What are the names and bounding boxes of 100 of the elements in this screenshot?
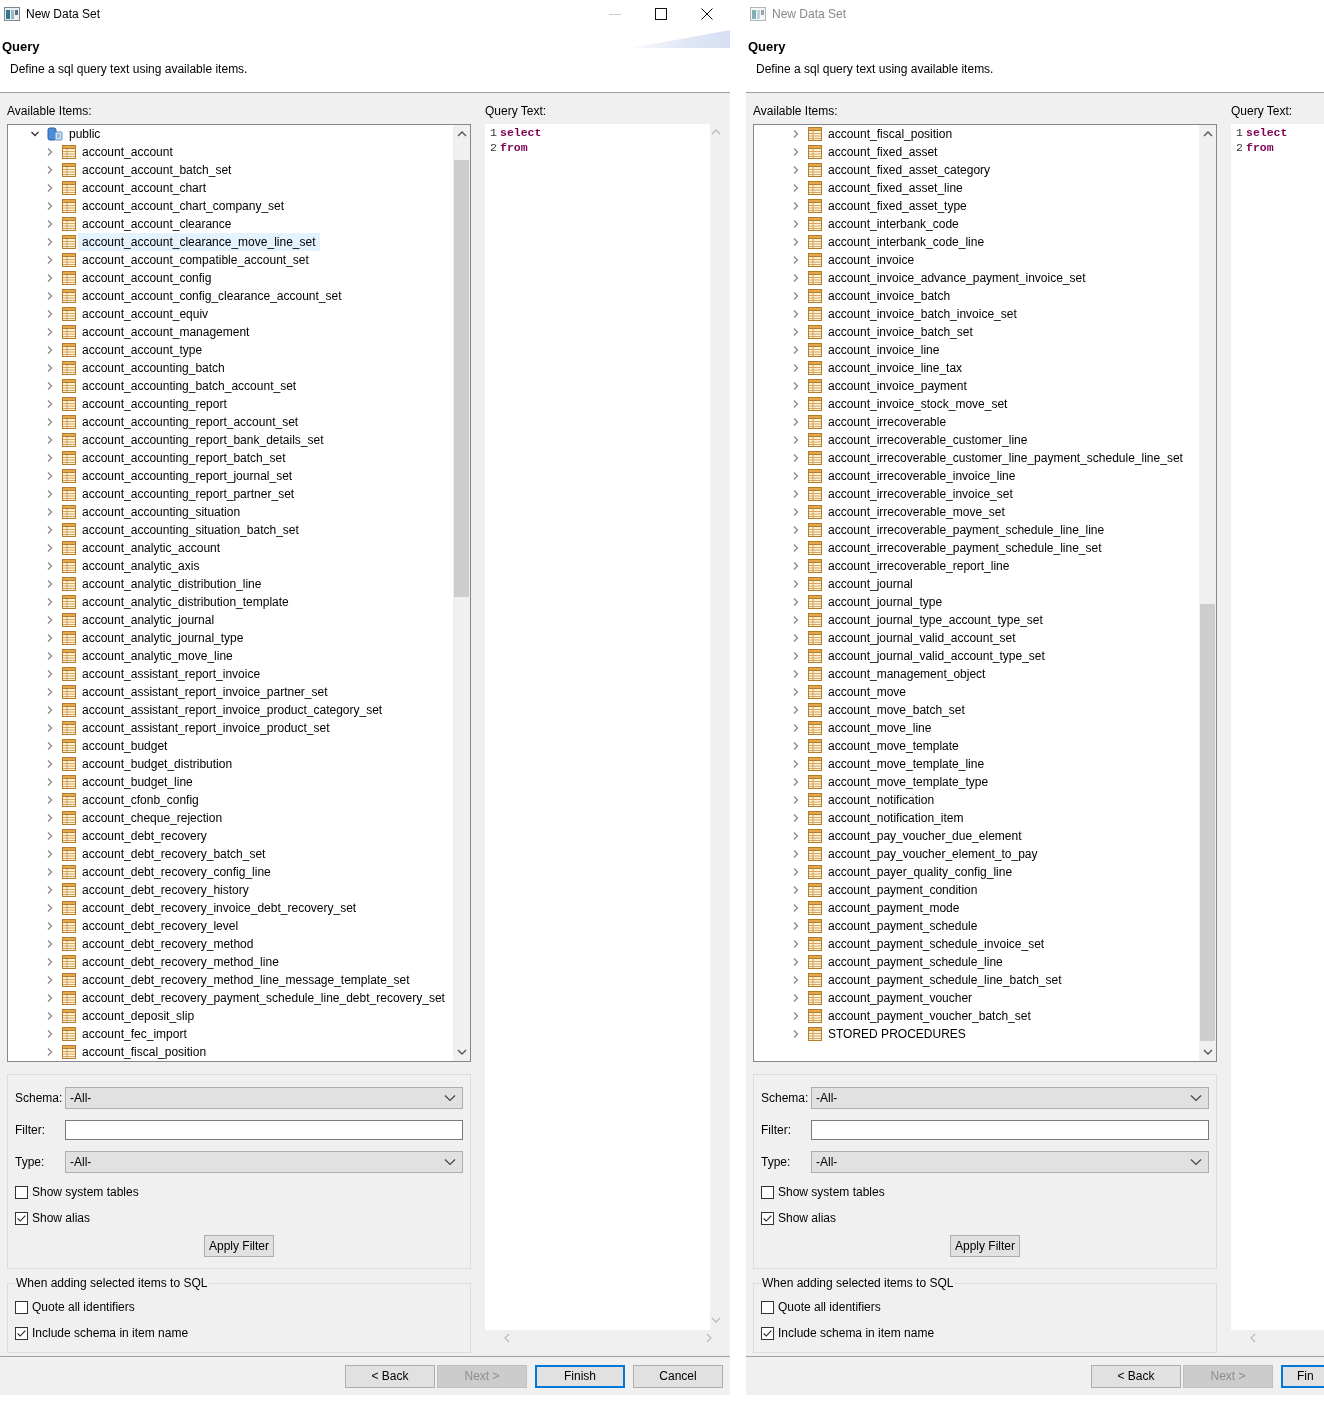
tree-item[interactable]: account_analytic_journal xyxy=(79,612,218,628)
tree-item[interactable]: account_notification_item xyxy=(825,810,967,826)
tree-item[interactable]: account_irrecoverable_invoice_line xyxy=(825,468,1019,484)
tree-item[interactable]: account_move xyxy=(825,684,910,700)
checkbox-label[interactable]: Show alias xyxy=(778,1211,837,1225)
checkbox[interactable] xyxy=(15,1326,28,1340)
tree-item[interactable]: account_pay_voucher_due_element xyxy=(825,828,1025,844)
checkbox-label[interactable]: Include schema in item name xyxy=(778,1326,935,1340)
tree-item[interactable]: account_invoice_payment xyxy=(825,378,970,394)
tree-item[interactable]: account_accounting_report xyxy=(79,396,230,412)
tree-item[interactable]: account_fixed_asset_type xyxy=(825,198,970,214)
checkbox[interactable] xyxy=(15,1211,28,1225)
tree-item[interactable]: account_assistant_report_invoice_partner_set xyxy=(79,684,331,700)
tree-item[interactable]: account_move_template xyxy=(825,738,962,754)
scroll-up-icon[interactable] xyxy=(456,130,467,138)
scroll-down-icon[interactable] xyxy=(456,1048,467,1056)
tree-item[interactable]: account_debt_recovery_payment_schedule_line_debt_recovery_set xyxy=(79,990,448,1006)
tree-item[interactable]: account_irrecoverable_payment_schedule_line_line xyxy=(825,522,1108,538)
tree-item[interactable]: account_accounting_report_bank_details_set xyxy=(79,432,327,448)
tree-item[interactable]: account_irrecoverable_payment_schedule_line_set xyxy=(825,540,1105,556)
checkbox[interactable] xyxy=(761,1185,774,1199)
tree-item[interactable]: account_payment_schedule_invoice_set xyxy=(825,936,1048,952)
tree-item[interactable]: account_move_template_type xyxy=(825,774,992,790)
dialog-button[interactable]: < Back xyxy=(345,1364,435,1388)
tree-item[interactable]: account_analytic_journal_type xyxy=(79,630,247,646)
tree-item[interactable]: account_debt_recovery_history xyxy=(79,882,252,898)
tree-item[interactable]: account_pay_voucher_element_to_pay xyxy=(825,846,1041,862)
scroll-down-icon[interactable] xyxy=(1202,1048,1213,1056)
tree-item[interactable]: account_payment_condition xyxy=(825,882,981,898)
tree-item[interactable]: account_cheque_rejection xyxy=(79,810,226,826)
dialog-button[interactable]: < Back xyxy=(1091,1364,1181,1388)
tree-item[interactable]: account_debt_recovery_method xyxy=(79,936,257,952)
tree-item[interactable]: account_invoice_stock_move_set xyxy=(825,396,1011,412)
filter-field[interactable] xyxy=(811,1120,1209,1140)
tree-item[interactable]: account_fec_import xyxy=(79,1026,190,1042)
tree-item[interactable]: account_irrecoverable xyxy=(825,414,950,430)
tree-item[interactable]: account_payment_mode xyxy=(825,900,963,916)
apply-filter-button[interactable]: Apply Filter xyxy=(950,1235,1020,1257)
checkbox-label[interactable]: Show alias xyxy=(32,1211,91,1225)
tree-item[interactable]: account_assistant_report_invoice_product_set xyxy=(79,720,333,736)
tree-item[interactable]: account_account_type xyxy=(79,342,206,358)
tree-item[interactable]: account_debt_recovery_method_line xyxy=(79,954,282,970)
dialog-button[interactable]: Fin xyxy=(1281,1364,1324,1388)
tree-item[interactable]: account_payment_voucher xyxy=(825,990,976,1006)
query-editor[interactable]: 1 select 2 from xyxy=(1231,124,1324,1330)
tree-item[interactable]: account_payment_voucher_batch_set xyxy=(825,1008,1034,1024)
scroll-left-icon[interactable] xyxy=(1249,1333,1257,1343)
tree-item[interactable]: account_journal_type_account_type_set xyxy=(825,612,1046,628)
tree-item[interactable]: account_invoice_batch_set xyxy=(825,324,976,340)
tree-item[interactable]: account_account_compatible_account_set xyxy=(79,252,312,268)
tree-item[interactable]: account_account_clearance xyxy=(79,216,235,232)
tree-item[interactable]: account_fixed_asset_line xyxy=(825,180,966,196)
tree-item[interactable]: account_budget xyxy=(79,738,171,754)
schema-dropdown[interactable]: -All- xyxy=(65,1087,463,1109)
tree-item[interactable]: account_accounting_batch_account_set xyxy=(79,378,300,394)
tree-item[interactable]: STORED PROCEDURES xyxy=(825,1026,969,1042)
tree-item[interactable]: account_journal xyxy=(825,576,916,592)
tree-item[interactable]: account_deposit_slip xyxy=(79,1008,198,1024)
tree-item[interactable]: account_account_config xyxy=(79,270,215,286)
tree-item[interactable]: account_payment_schedule xyxy=(825,918,981,934)
tree-item[interactable]: account_account_equiv xyxy=(79,306,212,322)
tree-item[interactable]: account_account xyxy=(79,144,176,160)
tree-item[interactable]: account_invoice xyxy=(825,252,918,268)
type-dropdown[interactable]: -All- xyxy=(65,1151,463,1173)
checkbox-label[interactable]: Include schema in item name xyxy=(32,1326,189,1340)
tree-item[interactable]: account_analytic_distribution_template xyxy=(79,594,292,610)
tree-item[interactable]: account_payment_schedule_line_batch_set xyxy=(825,972,1065,988)
tree-item[interactable]: account_irrecoverable_move_set xyxy=(825,504,1008,520)
scroll-right-icon[interactable] xyxy=(705,1333,713,1343)
tree-item[interactable]: account_invoice_batch xyxy=(825,288,954,304)
tree-item[interactable]: account_account_batch_set xyxy=(79,162,235,178)
checkbox[interactable] xyxy=(761,1211,774,1225)
tree-item[interactable]: account_interbank_code_line xyxy=(825,234,988,250)
tree-item[interactable]: account_account_chart_company_set xyxy=(79,198,288,214)
tree-item[interactable]: account_fiscal_position xyxy=(825,126,956,142)
tree-item[interactable]: account_accounting_situation xyxy=(79,504,244,520)
tree-item[interactable]: account_invoice_line_tax xyxy=(825,360,966,376)
tree-item[interactable]: account_journal_valid_account_set xyxy=(825,630,1019,646)
tree-item[interactable]: public xyxy=(66,126,104,142)
tree-item[interactable]: account_account_config_clearance_account_set xyxy=(79,288,345,304)
tree-item[interactable]: account_analytic_axis xyxy=(79,558,203,574)
tree-item[interactable]: account_analytic_distribution_line xyxy=(79,576,265,592)
checkbox-label[interactable]: Show system tables xyxy=(32,1185,139,1199)
tree-item[interactable]: account_accounting_batch xyxy=(79,360,228,376)
tree-item[interactable]: account_analytic_move_line xyxy=(79,648,236,664)
tree-item[interactable]: account_account_clearance_move_line_set xyxy=(79,234,319,250)
tree-item[interactable]: account_fiscal_position xyxy=(79,1044,210,1060)
tree-item[interactable]: account_fixed_asset_category xyxy=(825,162,994,178)
vertical-scrollbar[interactable] xyxy=(453,125,470,1061)
checkbox[interactable] xyxy=(761,1300,774,1314)
dialog-button[interactable]: Cancel xyxy=(633,1364,723,1388)
tree-item[interactable]: account_debt_recovery xyxy=(79,828,210,844)
tree-item[interactable]: account_management_object xyxy=(825,666,989,682)
tree-item[interactable]: account_account_chart xyxy=(79,180,210,196)
tree-item[interactable]: account_debt_recovery_config_line xyxy=(79,864,274,880)
tree-item[interactable]: account_debt_recovery_method_line_message_template_set xyxy=(79,972,413,988)
tree-item[interactable]: account_move_line xyxy=(825,720,935,736)
tree-item[interactable]: account_analytic_account xyxy=(79,540,224,556)
tree-item[interactable]: account_accounting_report_journal_set xyxy=(79,468,296,484)
apply-filter-button[interactable]: Apply Filter xyxy=(204,1235,274,1257)
